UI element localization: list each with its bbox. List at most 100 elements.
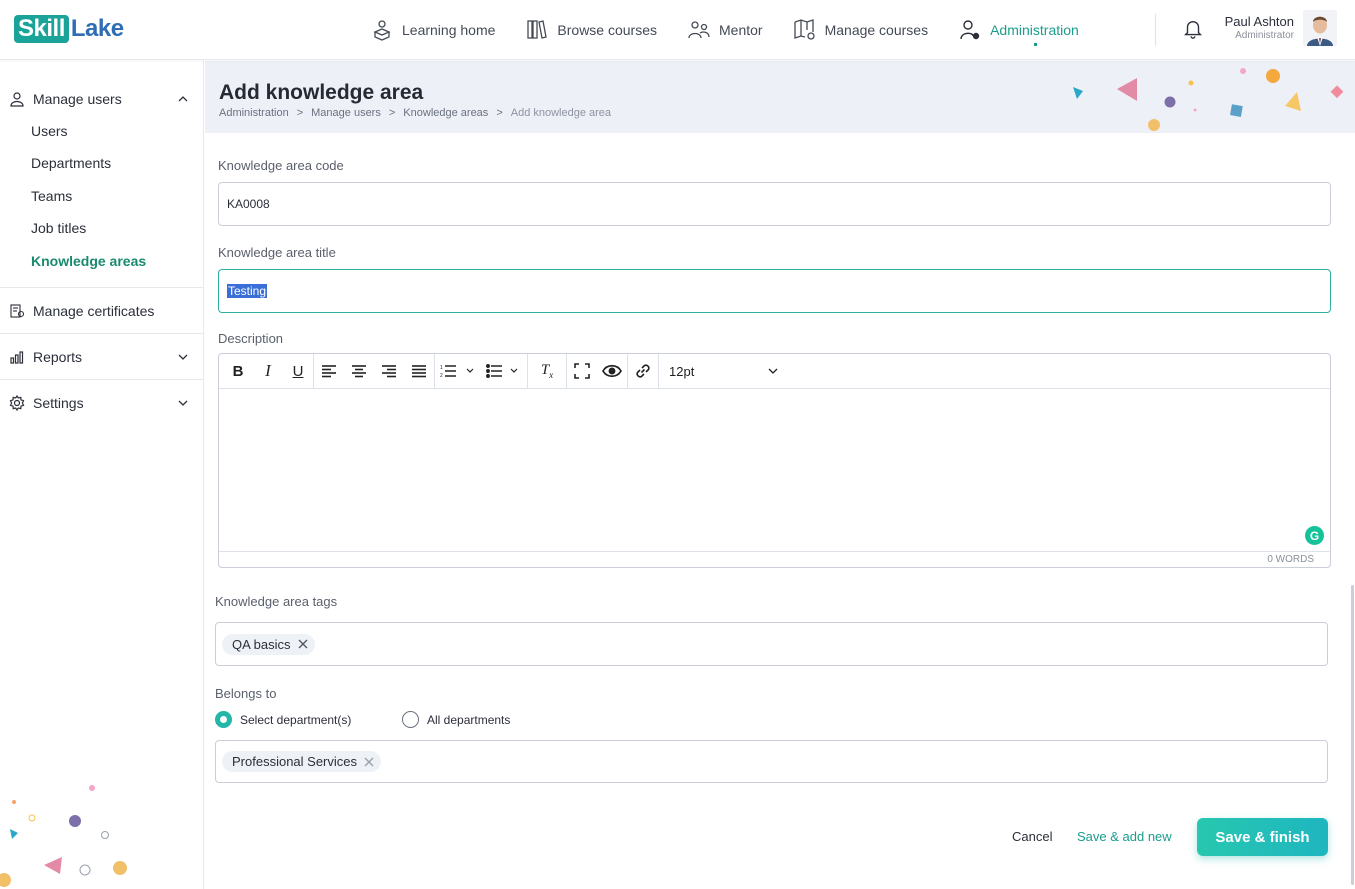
word-count-text: 0 WORDS [1267, 554, 1314, 565]
sidebar-item-teams[interactable]: Teams [31, 188, 72, 204]
bold-icon: B [232, 362, 244, 380]
breadcrumb-manage-users[interactable]: Manage users [311, 107, 381, 119]
sidebar-item-departments[interactable]: Departments [31, 155, 111, 171]
breadcrumb-knowledge-areas[interactable]: Knowledge areas [403, 107, 488, 119]
italic-button[interactable]: I [253, 354, 283, 389]
learning-home-icon [373, 20, 391, 41]
numbered-list-button[interactable]: 12 [435, 354, 481, 389]
eye-icon [602, 364, 622, 378]
sidebar-divider [0, 287, 203, 288]
numbered-list-icon: 12 [440, 365, 474, 378]
page-title: Add knowledge area [219, 81, 424, 104]
svg-text:1: 1 [440, 365, 443, 371]
close-icon[interactable] [297, 638, 309, 650]
clear-format-button[interactable]: Tx [528, 354, 566, 389]
bold-button[interactable]: B [223, 354, 253, 389]
tag-chip: QA basics [222, 633, 315, 655]
radio-label: All departments [427, 712, 511, 727]
sidebar-group-label: Manage users [33, 91, 122, 107]
breadcrumb-current: Add knowledge area [510, 107, 612, 119]
department-chip-label: Professional Services [232, 754, 357, 769]
user-info[interactable]: Paul Ashton Administrator [1222, 14, 1294, 41]
nav-mentor[interactable]: Mentor [687, 0, 763, 60]
nav-label: Browse courses [557, 22, 657, 38]
word-count: 0 WORDS [219, 551, 1330, 567]
chevron-up-icon [178, 96, 188, 102]
justify-button[interactable] [404, 354, 434, 389]
bullet-list-button[interactable] [481, 354, 527, 389]
description-editor[interactable]: B I U 12 Tx 12pt G 0 WORDS [218, 353, 1331, 568]
fullscreen-icon [574, 363, 590, 379]
link-button[interactable] [628, 354, 658, 389]
tags-input[interactable]: QA basics [215, 622, 1328, 666]
sidebar-group-label: Settings [33, 395, 84, 411]
font-size-value: 12pt [669, 363, 695, 379]
admin-icon [960, 20, 980, 40]
main-nav: Learning home Browse courses Mentor Mana… [370, 0, 1109, 60]
breadcrumb: Administration > Manage users > Knowledge … [219, 107, 611, 119]
radio-unchecked-icon [402, 711, 419, 728]
align-center-button[interactable] [344, 354, 374, 389]
sidebar-item-users[interactable]: Users [31, 123, 68, 139]
close-icon[interactable] [363, 756, 375, 768]
title-input[interactable]: Testing [218, 269, 1331, 313]
nav-browse-courses[interactable]: Browse courses [525, 0, 657, 60]
save-finish-button[interactable]: Save & finish [1197, 818, 1328, 856]
nav-administration[interactable]: Administration [958, 0, 1079, 60]
svg-text:2: 2 [440, 373, 443, 378]
confetti-decoration [1073, 68, 1344, 131]
page-scrollbar[interactable] [1351, 585, 1354, 885]
bell-icon[interactable] [1182, 18, 1204, 40]
user-name: Paul Ashton [1224, 14, 1294, 29]
nav-learning-home[interactable]: Learning home [370, 0, 495, 60]
align-right-icon [382, 365, 396, 378]
radio-all-departments[interactable]: All departments [402, 711, 510, 728]
underline-button[interactable]: U [283, 354, 313, 389]
sidebar: Manage users Users Departments Teams Job… [0, 61, 204, 889]
radio-checked-icon [215, 711, 232, 728]
gear-icon [9, 395, 25, 411]
departments-input[interactable]: Professional Services [215, 740, 1328, 783]
sidebar-manage-certificates[interactable]: Manage certificates [0, 301, 203, 321]
code-value: KA0008 [227, 197, 270, 211]
title-label: Knowledge area title [218, 245, 336, 260]
user-role: Administrator [1235, 30, 1294, 41]
sidebar-group-label: Reports [33, 349, 83, 365]
code-input[interactable]: KA0008 [218, 182, 1331, 226]
cancel-button[interactable]: Cancel [1012, 829, 1052, 844]
align-left-button[interactable] [314, 354, 344, 389]
mentor-icon [688, 21, 710, 39]
fullscreen-button[interactable] [567, 354, 597, 389]
link-icon [636, 364, 650, 378]
breadcrumb-administration[interactable]: Administration [219, 107, 289, 119]
nav-label: Learning home [402, 22, 496, 38]
bullet-list-icon [486, 364, 518, 378]
avatar[interactable] [1303, 10, 1337, 46]
description-label: Description [218, 331, 284, 346]
nav-label: Mentor [719, 22, 763, 38]
editor-toolbar: B I U 12 Tx 12pt [219, 353, 1330, 389]
italic-icon: I [265, 361, 271, 380]
toolbar-separator [658, 353, 659, 389]
manage-courses-icon [793, 19, 815, 40]
tags-label: Knowledge area tags [215, 594, 338, 609]
sidebar-divider [0, 333, 203, 334]
preview-button[interactable] [597, 354, 627, 389]
sidebar-divider [0, 379, 203, 380]
font-size-select[interactable]: 12pt [669, 364, 779, 379]
skilllake-logo[interactable]: Skill Lake [14, 14, 124, 44]
save-add-new-button[interactable]: Save & add new [1077, 829, 1172, 844]
grammarly-icon[interactable]: G [1305, 526, 1324, 545]
sidebar-settings[interactable]: Settings [0, 393, 203, 413]
nav-manage-courses[interactable]: Manage courses [793, 0, 928, 60]
radio-select-departments[interactable]: Select department(s) [215, 711, 351, 728]
align-right-button[interactable] [374, 354, 404, 389]
tag-chip-label: QA basics [232, 636, 291, 652]
sidebar-reports[interactable]: Reports [0, 347, 203, 367]
sidebar-manage-users[interactable]: Manage users [0, 89, 203, 109]
sidebar-item-knowledge-areas[interactable]: Knowledge areas [31, 253, 146, 269]
logo-lake-text: Lake [70, 15, 124, 42]
sidebar-item-job-titles[interactable]: Job titles [31, 220, 86, 236]
top-bar: Skill Lake Learning home Browse courses M… [0, 0, 1355, 60]
title-value: Testing [227, 284, 268, 298]
